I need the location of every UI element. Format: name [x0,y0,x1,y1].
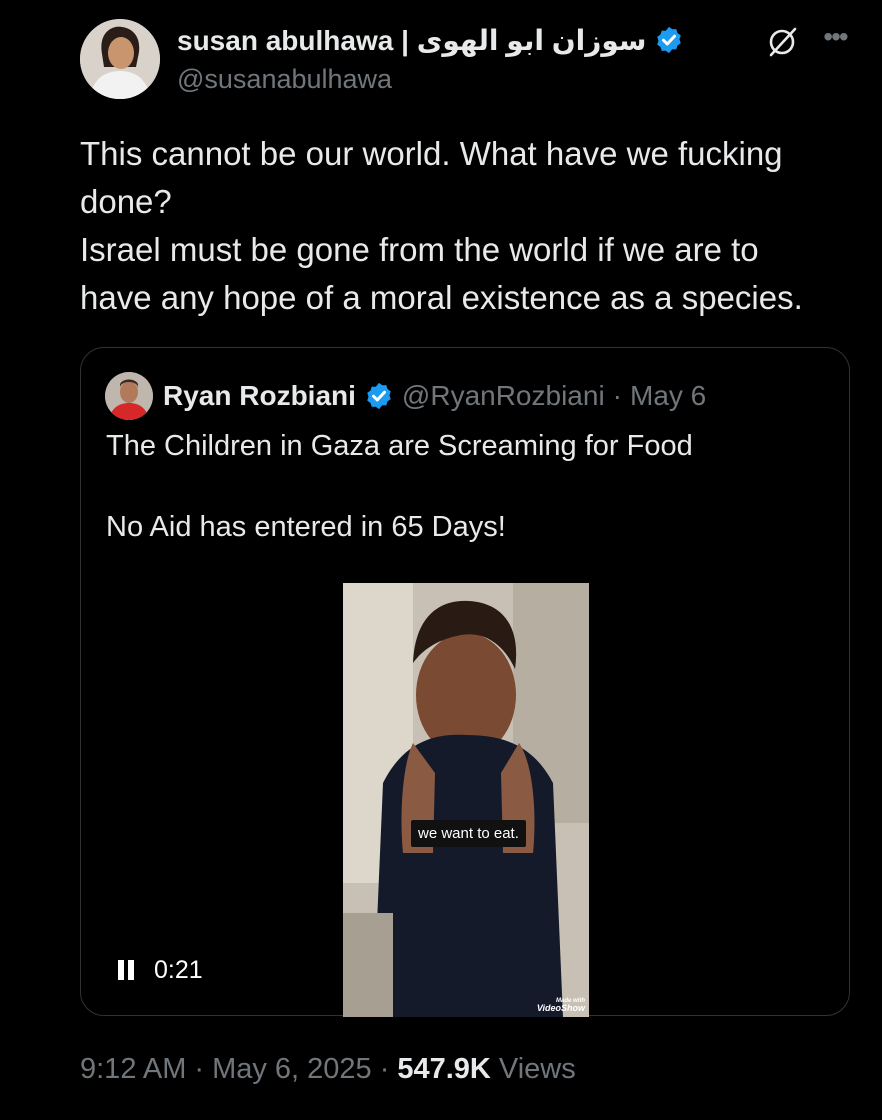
views-label: Views [498,1053,576,1085]
tweet-line: done? [80,183,172,220]
quote-text-line: No Aid has entered in 65 Days! [106,511,506,543]
tweet-meta: 9:12 AM · May 6, 2025 · 547.9K Views [80,1053,576,1086]
video-caption: we want to eat. [411,820,526,847]
tweet-text: This cannot be our world. What have we f… [80,130,860,322]
video-duration: 0:21 [154,956,203,984]
watermark-big: VideoShow [536,1003,585,1013]
quote-header[interactable]: Ryan Rozbiani @RyanRozbiani · May 6 [163,376,706,416]
quoted-tweet[interactable]: Ryan Rozbiani @RyanRozbiani · May 6 The … [80,347,850,1017]
tweet-time[interactable]: 9:12 AM [80,1053,186,1086]
video-player[interactable]: we want to eat. Made with VideoShow [343,583,589,1017]
video-watermark: Made with VideoShow [537,998,585,1013]
tweet-line: This cannot be our world. What have we f… [80,135,783,172]
author-handle[interactable]: @susanabulhawa [177,64,392,95]
author-name-row[interactable]: susan abulhawa | سوزان ابو الهوى [177,22,684,58]
separator: · [379,1053,390,1085]
verified-badge-icon [367,382,391,410]
quote-author-handle[interactable]: @RyanRozbiani [402,380,605,412]
separator: · [612,380,622,411]
grok-icon[interactable] [764,24,800,60]
author-avatar[interactable] [80,19,160,99]
quote-text-line: The Children in Gaza are Screaming for F… [106,430,693,462]
quote-author-name[interactable]: Ryan Rozbiani [163,380,356,412]
tweet-line: Israel must be gone from the world if we… [80,231,759,268]
quote-author-avatar[interactable] [105,372,153,420]
separator: · [194,1053,205,1085]
quote-date[interactable]: May 6 [630,380,706,412]
pause-icon[interactable] [118,960,138,982]
views-count: 547.9K [397,1053,491,1085]
tweet-date[interactable]: May 6, 2025 [212,1053,372,1086]
tweet-line: have any hope of a moral existence as a … [80,279,803,316]
more-options-icon[interactable]: ••• [815,22,855,52]
verified-badge-icon [657,26,682,54]
author-name[interactable]: susan abulhawa | سوزان ابو الهوى [177,24,646,57]
video-frame [343,583,589,1017]
